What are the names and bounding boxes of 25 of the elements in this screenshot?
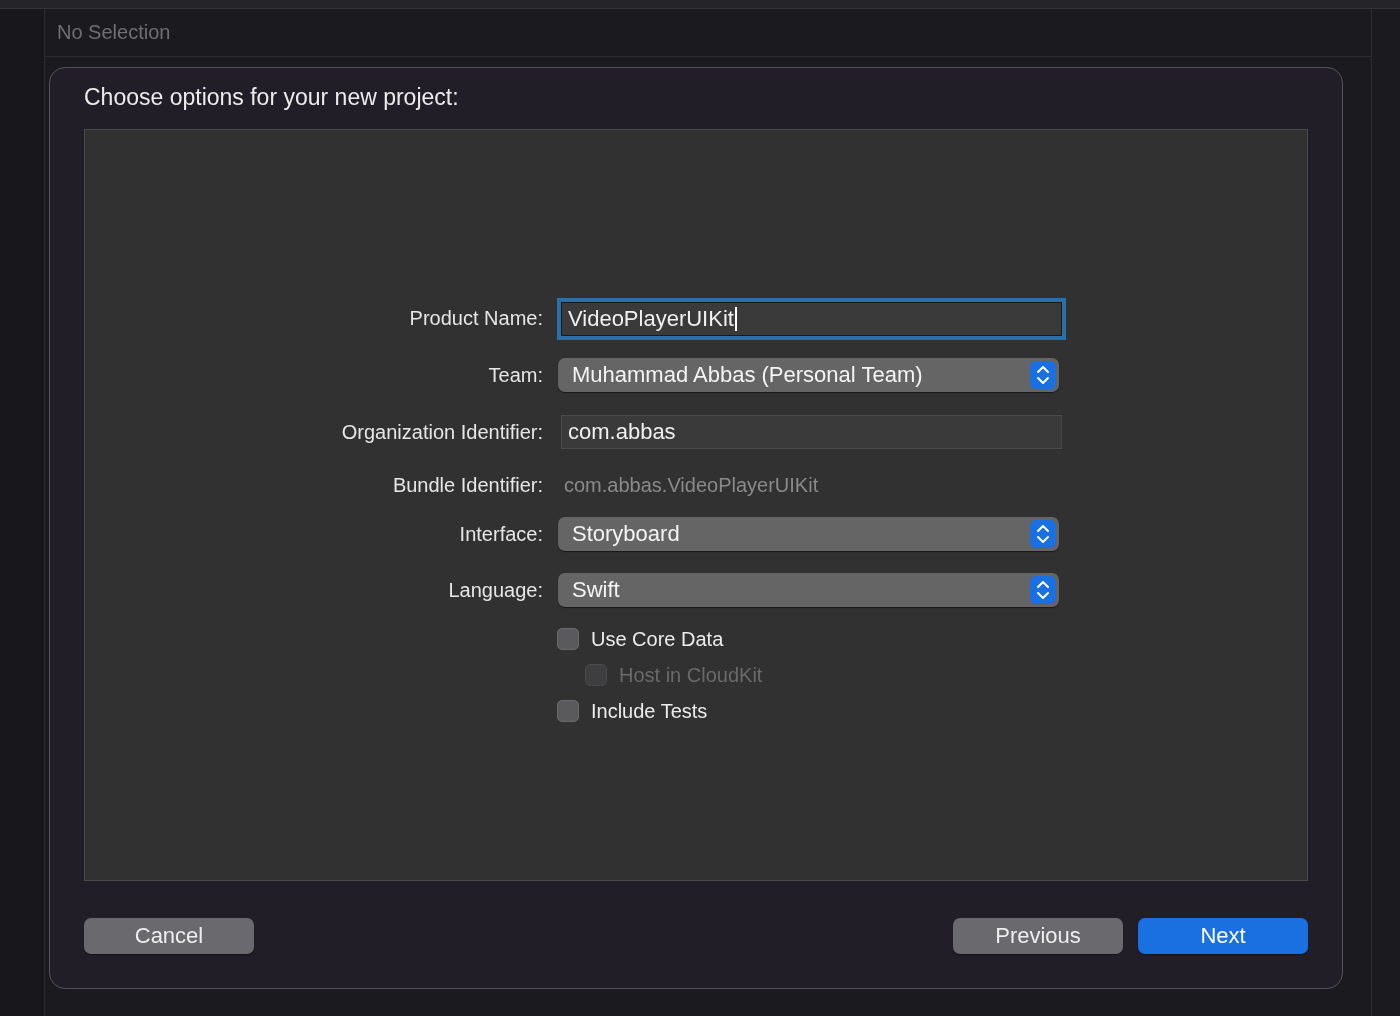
dialog-button[interactable]: Cancel bbox=[84, 918, 254, 954]
field-label: Product Name: bbox=[408, 307, 543, 330]
field-label: Bundle Identifier: bbox=[391, 473, 543, 497]
checkbox-label: Use Core Data bbox=[591, 627, 724, 651]
field-label: Interface: bbox=[458, 522, 543, 546]
chevron-up-down-icon bbox=[1030, 361, 1056, 389]
chevron-up-down-icon bbox=[1030, 520, 1056, 548]
field-label: Language: bbox=[447, 578, 543, 602]
checkbox-label: Host in CloudKit bbox=[619, 663, 763, 687]
popup-button[interactable]: Swift bbox=[558, 573, 1059, 607]
field-value: com.abbas.VideoPlayerUIKit bbox=[563, 473, 819, 497]
dialog-button[interactable]: Next bbox=[1138, 918, 1308, 954]
chevron-up-down-icon bbox=[1030, 576, 1056, 604]
dialog-button[interactable]: Previous bbox=[953, 918, 1123, 954]
checkbox-label: Include Tests bbox=[591, 699, 708, 723]
checkbox[interactable] bbox=[557, 628, 579, 650]
field-label: Team: bbox=[487, 363, 543, 387]
checkbox[interactable] bbox=[557, 700, 579, 722]
popup-button[interactable]: Storyboard bbox=[558, 517, 1059, 551]
dialog-title: Choose options for your new project: bbox=[84, 84, 460, 112]
popup-button[interactable]: Muhammad Abbas (Personal Team) bbox=[558, 358, 1059, 392]
header-text: No Selection bbox=[57, 21, 171, 44]
field-label: Organization Identifier: bbox=[340, 420, 543, 444]
text-caret bbox=[734, 306, 737, 331]
text-field[interactable]: com.abbas bbox=[561, 415, 1062, 449]
